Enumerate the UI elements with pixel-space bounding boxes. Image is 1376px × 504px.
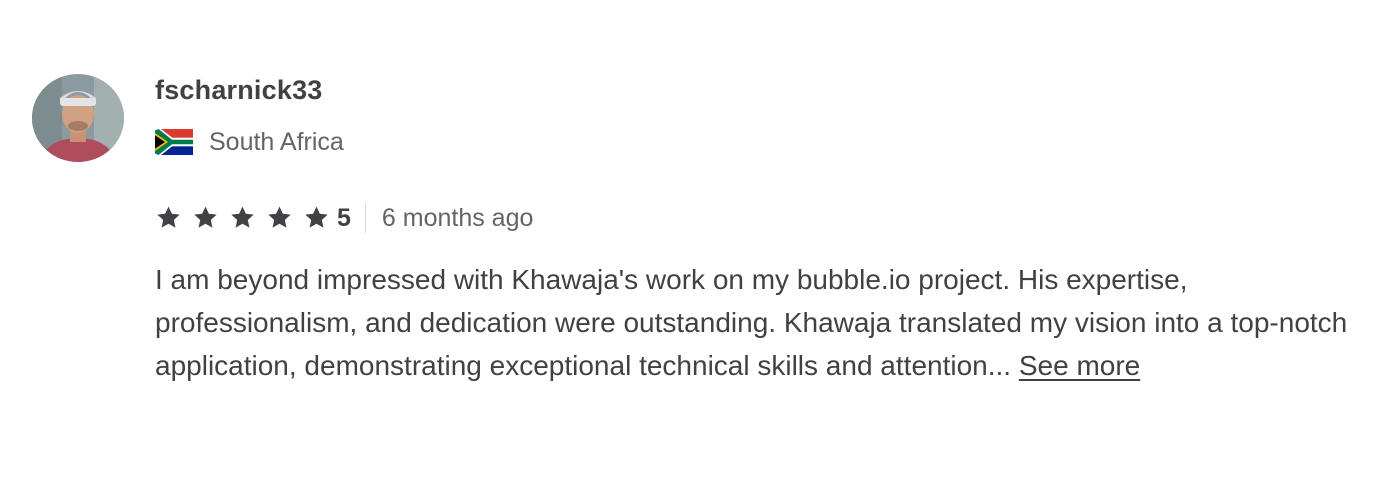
reviewer-header: fscharnick33 South Africa <box>155 72 344 158</box>
review-text: I am beyond impressed with Khawaja's wor… <box>155 264 1348 381</box>
star-icon <box>194 206 217 228</box>
review-time-ago: 6 months ago <box>381 203 534 232</box>
reviewer-username[interactable]: fscharnick33 <box>155 72 344 108</box>
reviewer-country-row: South Africa <box>155 126 344 158</box>
star-icon <box>305 206 328 228</box>
star-rating <box>155 205 330 231</box>
see-more-link[interactable]: See more <box>1019 350 1140 381</box>
rating-row: 5 6 months ago <box>155 200 533 236</box>
star-icon <box>231 206 254 228</box>
reviewer-country: South Africa <box>209 128 344 156</box>
star-icon <box>268 206 291 228</box>
avatar[interactable] <box>32 74 124 162</box>
review-text-block: I am beyond impressed with Khawaja's wor… <box>155 258 1350 387</box>
star-icon <box>157 206 180 228</box>
divider <box>364 203 366 233</box>
south-africa-flag-icon <box>155 129 193 155</box>
rating-value: 5 <box>337 203 351 232</box>
